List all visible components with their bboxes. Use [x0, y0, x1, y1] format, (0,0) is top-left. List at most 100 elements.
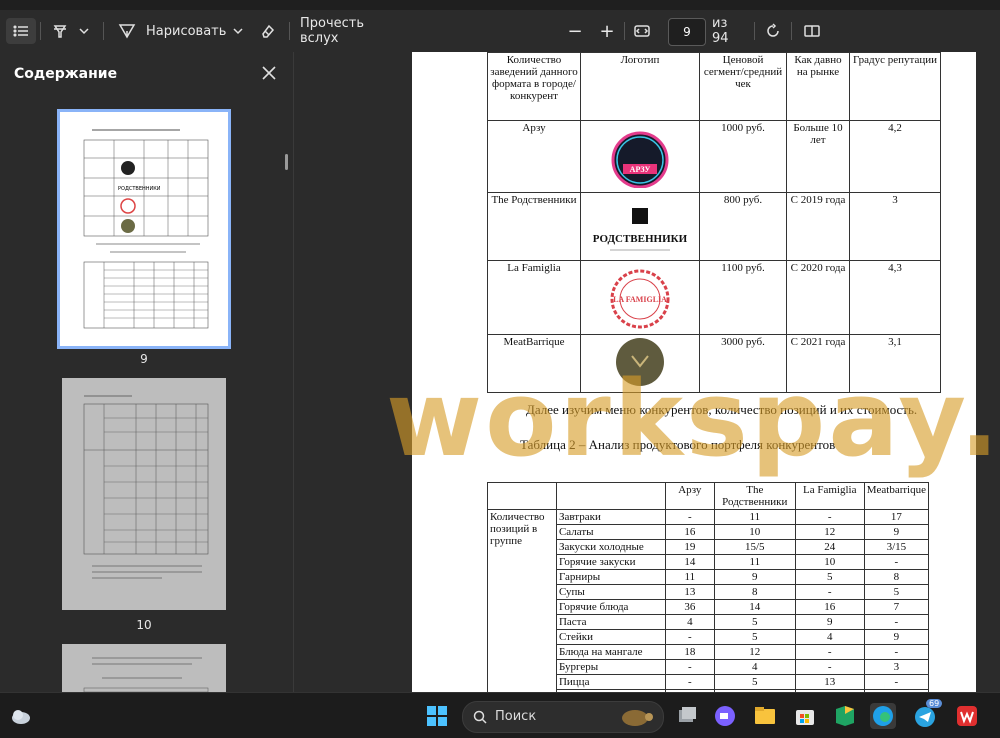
weather-widget[interactable]: [8, 703, 34, 729]
zoom-out-button[interactable]: −: [564, 18, 586, 44]
value-cell: 9: [713, 569, 796, 585]
category-cell: Закуски холодные: [555, 539, 666, 555]
page-thumbnail-label: 10: [136, 618, 152, 632]
chat-app-button[interactable]: [712, 703, 738, 729]
separator: [624, 22, 625, 40]
table-row: La Famiglia LA FAMIGLIA 1100 руб. С 2020…: [487, 260, 941, 335]
value-cell: 4: [713, 659, 796, 675]
task-view-button[interactable]: [674, 703, 700, 729]
turtle-icon: [622, 710, 653, 726]
price-cell: 1000 руб.: [699, 120, 787, 193]
telegram-button[interactable]: 69: [912, 699, 943, 729]
page-number-input[interactable]: 9: [668, 18, 706, 46]
pdf-page: Количество заведений данного формата в г…: [412, 52, 976, 692]
table-header-cell: Ценовой сегмент/средний чек: [699, 52, 787, 121]
la-famiglia-logo-text: LA FAMIGLIA: [613, 295, 667, 304]
body-paragraph: Далее изучим меню конкурентов, количеств…: [526, 402, 918, 417]
value-cell: -: [664, 659, 715, 675]
read-aloud-label: Прочесть вслух: [300, 16, 365, 46]
separator: [754, 22, 755, 40]
value-cell: 9: [794, 614, 865, 630]
value-cell: -: [794, 509, 865, 525]
fit-page-button[interactable]: [630, 18, 654, 44]
app-button[interactable]: [832, 703, 858, 729]
draw-dropdown[interactable]: [230, 18, 246, 44]
category-cell: Стейки: [555, 629, 666, 645]
value-cell: 5: [794, 569, 865, 585]
two-page-icon: [804, 25, 820, 37]
value-cell: 11: [664, 569, 715, 585]
value-cell: 15/5: [713, 539, 796, 555]
value-cell: 13: [664, 584, 715, 600]
table-header-cell: La Famiglia: [794, 482, 865, 510]
price-cell: 800 руб.: [699, 192, 787, 261]
draw-button[interactable]: Нарисовать: [118, 18, 228, 44]
sidebar-scrollbar[interactable]: [285, 154, 288, 170]
value-cell: 4: [664, 614, 715, 630]
table-header-cell: The Родственники: [713, 482, 796, 510]
close-icon[interactable]: [260, 64, 278, 82]
value-cell: 3/15: [863, 539, 930, 555]
contents-toggle-button[interactable]: [6, 18, 36, 44]
highlight-dropdown[interactable]: [76, 18, 92, 44]
value-cell: -: [863, 674, 930, 690]
value-cell: 7: [863, 599, 930, 615]
cloud-icon: [12, 710, 30, 724]
value-cell: -: [794, 644, 865, 660]
eraser-icon: [262, 24, 275, 38]
svg-text:РОДСТВЕННИКИ: РОДСТВЕННИКИ: [118, 186, 161, 192]
zoom-in-button[interactable]: +: [596, 18, 618, 44]
edge-icon: [873, 706, 893, 726]
value-cell: 3: [863, 659, 930, 675]
rotate-button[interactable]: [761, 18, 785, 44]
value-cell: -: [794, 584, 865, 600]
value-cell: 8: [863, 569, 930, 585]
file-explorer-button[interactable]: [752, 703, 778, 729]
value-cell: 12: [713, 644, 796, 660]
since-cell: С 2020 года: [786, 260, 850, 335]
read-aloud-button[interactable]: Прочесть вслух: [300, 16, 400, 46]
windows-taskbar: Поиск 69: [0, 692, 1000, 738]
page-thumbnail-label: 9: [140, 352, 148, 366]
value-cell: 8: [713, 584, 796, 600]
since-cell: С 2021 года: [786, 334, 850, 393]
highlight-button[interactable]: [48, 18, 72, 44]
value-cell: 10: [713, 524, 796, 540]
store-button[interactable]: [792, 703, 818, 729]
table-header-cell: Градус репутации: [849, 52, 941, 121]
page-thumbnail-11[interactable]: [62, 644, 226, 693]
page-thumbnail-10[interactable]: [62, 378, 226, 610]
category-cell: Пицца: [555, 674, 666, 690]
erase-button[interactable]: [256, 18, 278, 44]
page-view-button[interactable]: [800, 18, 824, 44]
sidebar-title: Содержание: [14, 66, 118, 82]
competitor-name: Арзу: [487, 120, 581, 193]
logo-cell: РОДСТВЕННИКИ: [580, 192, 700, 261]
edge-button[interactable]: [870, 703, 896, 729]
value-cell: -: [664, 674, 715, 690]
value-cell: 10: [794, 554, 865, 570]
separator: [40, 22, 41, 40]
taskbar-search[interactable]: Поиск: [462, 701, 664, 733]
table-row: Арзу АРЗУ 1000 руб. Больше 10 лет 4,2: [487, 120, 941, 193]
table-header-cell: Логотип: [580, 52, 700, 121]
value-cell: 12: [794, 524, 865, 540]
logo-cell: АРЗУ: [580, 120, 700, 193]
product-portfolio-table: Арзу The Родственники La Famiglia Meatba…: [487, 482, 930, 692]
value-cell: 5: [713, 674, 796, 690]
competitor-table: Количество заведений данного формата в г…: [487, 52, 941, 393]
table-header-cell: Арзу: [664, 482, 715, 510]
value-cell: 16: [794, 599, 865, 615]
page-thumbnail-9[interactable]: РОДСТВЕННИКИ: [57, 109, 231, 349]
wps-button[interactable]: [954, 703, 980, 729]
page-thumbnail-content: [83, 657, 209, 693]
since-cell: С 2019 года: [786, 192, 850, 261]
logo-cell: [580, 334, 700, 393]
table-caption: Таблица 2 – Анализ продуктового портфеля…: [520, 437, 836, 452]
value-cell: 9: [863, 629, 930, 645]
value-cell: 11: [713, 554, 796, 570]
start-button[interactable]: [424, 703, 450, 729]
table-row: MeatBarrique 3000 руб. С 2021 года 3,1: [487, 334, 941, 393]
value-cell: 24: [794, 539, 865, 555]
competitor-name: The Родственники: [487, 192, 581, 261]
